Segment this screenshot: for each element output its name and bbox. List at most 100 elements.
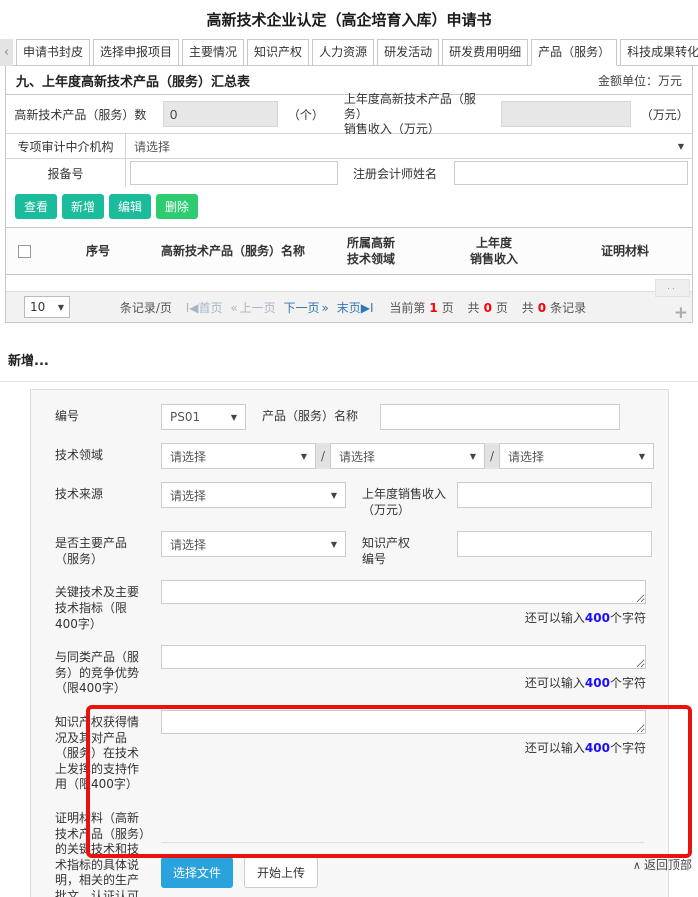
records-unit: 条记录 (550, 300, 587, 315)
prev-page-mark: « (230, 300, 238, 315)
tab-main-info[interactable]: 主要情况 (182, 39, 245, 66)
agency-label: 专项审计中介机构 (6, 134, 126, 158)
tech-field-select-3[interactable]: 请选择 ▼ (499, 443, 654, 469)
tech-field-select-2[interactable]: 请选择 ▼ (330, 443, 485, 469)
ip-support-counter: 还可以输入400个字符 (524, 740, 646, 755)
form-row-tech-field: 技术领域 请选择 ▼ / 请选择 ▼ / 请选择 ▼ (55, 443, 668, 469)
add-button[interactable]: 新增 (62, 194, 105, 219)
last-year-revenue-input[interactable] (457, 482, 652, 508)
back-to-top-label: 返回顶部 (643, 858, 692, 872)
back-to-top-button[interactable]: ∧ 返回顶部 (633, 856, 692, 873)
ip-support-label: 知识产权获得情况及其对产品（服务）在技术上发挥的支持作用（限400字） (55, 714, 140, 792)
next-page-mark: » (321, 300, 329, 315)
tech-field-select-1-value: 请选择 (170, 449, 207, 464)
tab-achievement-transform[interactable]: 科技成果转化 (620, 39, 698, 66)
prev-page-link[interactable]: 上一页 (240, 301, 276, 315)
tab-select-project[interactable]: 选择申报项目 (93, 39, 180, 66)
is-main-select[interactable]: 请选择 ▼ (161, 531, 346, 558)
key-tech-label: 关键技术及主要技术指标（限400字） (55, 585, 140, 631)
caret-down-icon: ▼ (230, 412, 237, 422)
caret-down-icon: ▼ (300, 451, 307, 461)
unit-note: 金额单位：万元 (597, 74, 682, 88)
report-no-label: 报备号 (6, 159, 126, 187)
next-page-link[interactable]: 下一页 (284, 301, 320, 315)
tab-intellectual-property[interactable]: 知识产权 (247, 39, 310, 66)
choose-file-button[interactable]: 选择文件 (161, 856, 234, 888)
revenue-unit: （万元） (640, 107, 689, 122)
per-page-label: 条记录/页 (119, 300, 172, 315)
slash-separator: / (316, 443, 330, 469)
start-upload-button[interactable]: 开始上传 (244, 856, 319, 888)
first-page-icon: Ⅰ◀ (185, 300, 199, 315)
agency-select[interactable]: 请选择 ▼ (126, 134, 692, 158)
tab-application-cover[interactable]: 申请书封皮 (16, 39, 91, 66)
revenue-label: 上年度高新技术产品（服务） 销售收入（万元） (343, 91, 476, 136)
column-header-tech-field: 所属高新 技术领域 (346, 235, 395, 266)
tech-source-select[interactable]: 请选择 ▼ (161, 482, 346, 508)
is-main-label: 是否主要产品 （服务） (55, 536, 128, 566)
caret-down-icon: ▼ (57, 302, 64, 312)
pagination-bar: 10 ▼ 条记录/页 Ⅰ◀首页 «上一页 下一页» 末页▶Ⅰ 当前第 1 页 共0页… (6, 291, 692, 322)
tab-product-service[interactable]: 产品（服务） (531, 39, 618, 66)
tab-rd-activities[interactable]: 研发活动 (377, 39, 440, 66)
tab-human-resources[interactable]: 人力资源 (312, 39, 375, 66)
page-unit: 页 (441, 300, 454, 315)
caret-down-icon: ▼ (469, 451, 476, 461)
ip-number-input[interactable] (457, 531, 652, 558)
column-header-evidence: 证明材料 (600, 243, 649, 258)
product-count-label: 高新技术产品（服务）数 (14, 107, 147, 122)
plus-icon[interactable]: + (674, 303, 688, 323)
tech-field-select-2-value: 请选择 (339, 449, 376, 464)
form-row-evidence: 证明材料（高新技术产品（服务）的关键技术和技术指标的具体说明，相关的生产批文、认… (55, 806, 668, 897)
last-page-icon: ▶Ⅰ (360, 300, 374, 315)
edit-button[interactable]: 编辑 (109, 194, 152, 219)
form-row-is-main: 是否主要产品 （服务） 请选择 ▼ 知识产权 编号 (55, 531, 668, 567)
code-select-value: PS01 (170, 410, 201, 424)
chevron-left-icon: ‹ (3, 45, 10, 60)
ip-support-textarea[interactable] (161, 709, 646, 734)
tech-field-select-1[interactable]: 请选择 ▼ (161, 443, 316, 469)
product-name-input[interactable] (380, 404, 621, 430)
form-row-advantage: 与同类产品（服务）的竞争优势（限400字） 还可以输入400个字符 (55, 645, 668, 697)
last-year-revenue-label: 上年度销售收入 （万元） (362, 487, 447, 517)
select-all-checkbox-cell (6, 244, 42, 258)
caret-down-icon: ▼ (677, 141, 684, 151)
slash-separator: / (485, 443, 499, 469)
first-page-link[interactable]: 首页 (198, 301, 222, 315)
accountant-name-input[interactable] (454, 161, 688, 185)
view-button[interactable]: 查看 (15, 194, 58, 219)
total-pages-number: 0 (483, 300, 492, 315)
advantage-textarea[interactable] (161, 645, 646, 670)
accountant-label: 注册会计师姓名 (352, 166, 437, 181)
tabs-scroll-left-button[interactable]: ‹ (0, 39, 13, 66)
last-page-link[interactable]: 末页 (337, 301, 361, 315)
add-form-panel: 编号 PS01 ▼ 产品（服务）名称 技术领域 请选择 ▼ / 请选择 ▼ / … (30, 389, 669, 897)
delete-button[interactable]: 删除 (156, 194, 199, 219)
caret-down-icon: ▼ (330, 490, 337, 500)
form-row-ip-support: 知识产权获得情况及其对产品（服务）在技术上发挥的支持作用（限400字） 还可以输… (55, 709, 668, 793)
column-header-revenue: 上年度 销售收入 (469, 235, 518, 266)
partial-widget: ·· (655, 279, 690, 297)
current-page-label: 当前第 (389, 300, 426, 315)
upload-divider (161, 841, 644, 843)
revenue-input (500, 101, 631, 127)
page-size-select[interactable]: 10 ▼ (24, 296, 70, 318)
summary-row-report: 报备号 注册会计师姓名 (6, 158, 692, 187)
column-header-name: 高新技术产品（服务）名称 (160, 243, 305, 258)
key-tech-textarea[interactable] (161, 580, 646, 605)
section-title: 九、上年度高新技术产品（服务）汇总表 (16, 75, 251, 90)
total-pages-label: 共 (467, 300, 480, 315)
advantage-label: 与同类产品（服务）的竞争优势（限400字） (55, 650, 140, 696)
tab-rd-expense-detail[interactable]: 研发费用明细 (442, 39, 529, 66)
product-count-input (162, 101, 278, 127)
form-row-tech-source: 技术来源 请选择 ▼ 上年度销售收入 （万元） (55, 482, 668, 518)
table-empty-body (6, 275, 692, 291)
is-main-select-value: 请选择 (170, 537, 207, 552)
product-name-label: 产品（服务）名称 (262, 409, 359, 423)
table-header-row: 序号 高新技术产品（服务）名称 所属高新 技术领域 上年度 销售收入 证明材料 (6, 227, 692, 275)
report-no-input[interactable] (130, 161, 338, 185)
code-select[interactable]: PS01 ▼ (161, 404, 246, 430)
select-all-checkbox[interactable] (17, 244, 31, 258)
caret-down-icon: ▼ (330, 539, 337, 549)
product-count-unit: （个） (287, 107, 324, 122)
